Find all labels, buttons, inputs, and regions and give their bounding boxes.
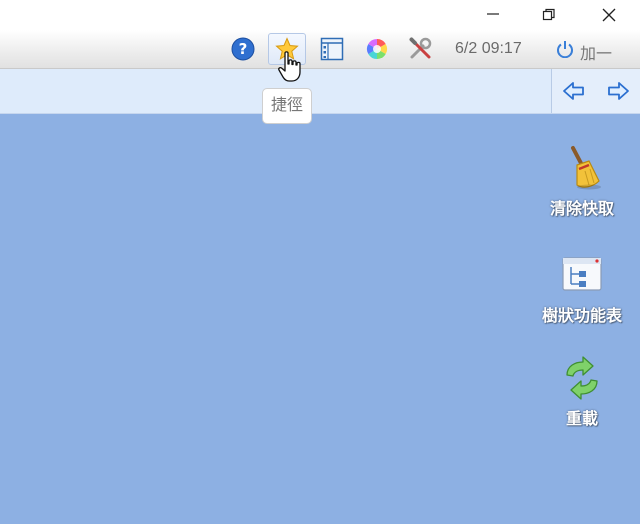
settings-button[interactable] [409,37,433,61]
power-icon [557,41,573,58]
user-name[interactable]: 加一 [580,40,612,64]
help-icon: ? [231,37,255,61]
reload-icon [566,356,598,400]
back-button[interactable] [562,79,586,103]
restore-button[interactable] [526,0,572,30]
tools-icon [409,37,432,59]
datetime-display: 6/2 09:17 [455,40,522,57]
reload-label: 重載 [565,409,598,428]
help-button[interactable]: ? [231,37,255,61]
clear-cache-label: 清除快取 [549,199,614,218]
svg-text:?: ? [239,40,248,58]
nav-bar [0,69,640,114]
forward-button[interactable] [606,79,630,103]
window-titlebar [0,0,640,30]
arrow-left-icon [563,82,584,100]
minimize-button[interactable] [470,0,516,30]
reload-shortcut[interactable]: 重載 [532,355,632,429]
tree-menu-label: 樹狀功能表 [541,306,622,325]
close-icon [602,8,616,22]
hand-cursor-icon [278,51,301,82]
tree-menu-shortcut[interactable]: 樹狀功能表 [532,252,632,326]
nav-arrows [551,69,640,113]
color-wheel-icon [366,38,388,60]
minimize-icon [487,13,499,15]
clear-cache-shortcut[interactable]: 清除快取 [532,145,632,219]
broom-icon [571,146,601,190]
arrow-right-icon [608,82,629,100]
tree-menu-icon [320,37,344,61]
top-toolbar: ? 6/2 09:17 加一 [0,30,640,69]
restore-icon [542,8,555,21]
theme-button[interactable] [365,37,389,61]
close-button[interactable] [586,0,632,30]
shortcut-tooltip: 捷徑 [262,88,312,124]
tree-menu-button[interactable] [320,37,344,61]
tree-menu-icon [562,257,602,291]
logout-button[interactable] [556,40,574,58]
